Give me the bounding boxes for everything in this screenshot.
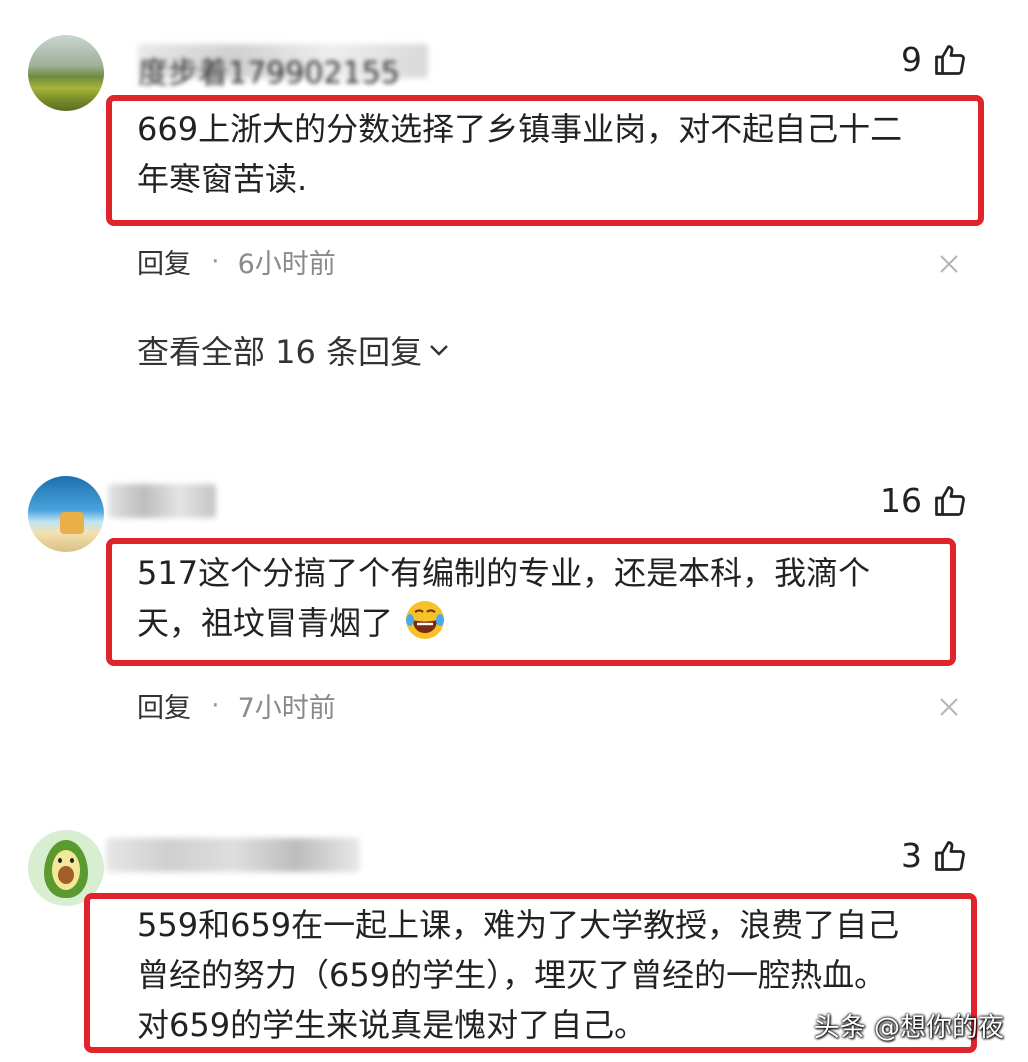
username-redaction: [108, 484, 216, 518]
comment-text-line: 对659的学生来说真是愧对了自己。: [137, 1006, 647, 1044]
comment-text-line: 559和659在一起上课，难为了大学教授，浪费了自己: [137, 906, 900, 944]
like-count: 3: [901, 836, 922, 875]
comment-text-line: 669上浙大的分数选择了乡镇事业岗，对不起自己十二: [137, 110, 903, 148]
comment-text-line: 年寒窗苦读.: [137, 160, 308, 198]
timestamp: 7小时前: [237, 693, 336, 724]
comment-text: 517这个分搞了个有编制的专业，还是本科，我滴个 天，祖坟冒青烟了: [137, 548, 870, 648]
comment-text: 559和659在一起上课，难为了大学教授，浪费了自己 曾经的努力（659的学生）…: [137, 900, 899, 1050]
like-count: 9: [901, 40, 922, 79]
like-button[interactable]: 16: [880, 481, 968, 520]
like-button[interactable]: 9: [901, 40, 968, 79]
view-all-replies-label: 查看全部 16 条回复: [137, 333, 423, 371]
reply-button[interactable]: 回复: [137, 242, 191, 281]
thumb-up-icon: [935, 44, 965, 75]
separator-dot: ·: [211, 690, 220, 721]
comment-text-line: 曾经的努力（659的学生），埋灭了曾经的一腔热血。: [137, 956, 887, 994]
watermark: 头条 @想你的夜: [813, 1013, 1004, 1043]
comment-text-line: 天，祖坟冒青烟了: [137, 604, 394, 642]
close-icon[interactable]: [938, 696, 960, 718]
reply-button[interactable]: 回复: [137, 686, 191, 725]
separator-dot: ·: [211, 246, 220, 277]
username-redaction: [106, 838, 360, 872]
comment-text: 669上浙大的分数选择了乡镇事业岗，对不起自己十二 年寒窗苦读.: [137, 104, 902, 204]
avatar-figure: [60, 512, 84, 534]
laughing-crying-emoji-icon: [406, 601, 445, 639]
view-all-replies-link[interactable]: 查看全部 16 条回复: [137, 327, 452, 373]
close-icon[interactable]: [938, 253, 960, 275]
avatar[interactable]: [28, 476, 104, 552]
comment-meta: 回复 · 7小时前: [137, 686, 336, 725]
avatar[interactable]: [28, 35, 104, 111]
comment-meta: 回复 · 6小时前: [137, 242, 336, 281]
thumb-up-icon: [935, 485, 965, 516]
comment-text-line: 517这个分搞了个有编制的专业，还是本科，我滴个: [137, 554, 871, 592]
like-count: 16: [880, 481, 922, 520]
comment-text-line-wrap: 天，祖坟冒青烟了: [137, 598, 870, 648]
avocado-eye: [70, 858, 74, 863]
avocado-pit: [58, 866, 74, 884]
avocado-eye: [58, 858, 62, 863]
like-button[interactable]: 3: [901, 836, 968, 875]
username[interactable]: 度步着179902155: [138, 48, 400, 92]
timestamp: 6小时前: [237, 249, 336, 280]
thumb-up-icon: [935, 840, 965, 871]
chevron-down-icon: [430, 345, 448, 356]
